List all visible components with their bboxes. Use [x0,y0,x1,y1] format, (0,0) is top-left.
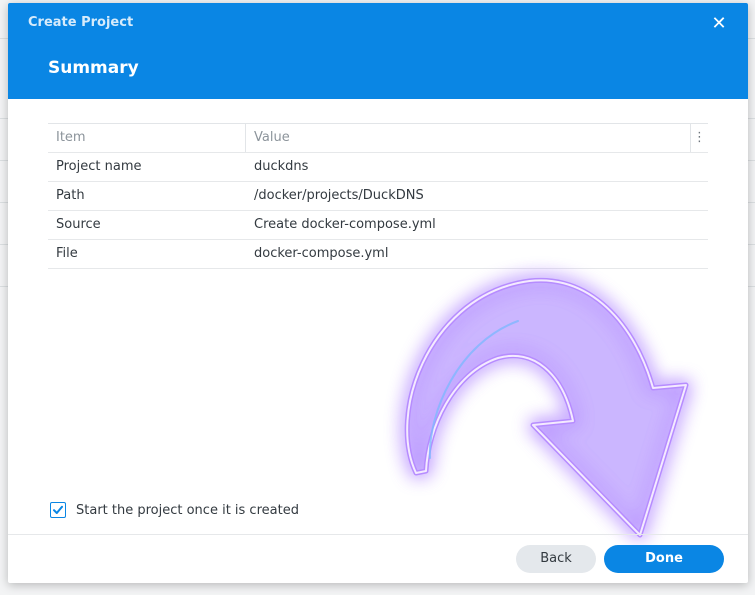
footer-divider [8,534,748,535]
column-separator [245,124,246,152]
start-project-option: Start the project once it is created [50,500,299,520]
close-icon: ✕ [711,13,727,34]
curved-arrow-icon [404,277,689,538]
close-button[interactable]: ✕ [708,13,730,35]
table-row[interactable]: Source Create docker-compose.yml [48,211,708,240]
column-menu-icon[interactable]: ⋮ [691,124,708,152]
row-value: duckdns [254,159,309,174]
dialog-header: Create Project ✕ Summary [8,3,748,99]
start-project-label[interactable]: Start the project once it is created [76,503,299,518]
row-item: Path [56,188,85,203]
row-item: File [56,246,78,261]
done-button[interactable]: Done [604,545,724,573]
dialog-title: Create Project [28,15,134,30]
row-item: Project name [56,159,142,174]
table-row[interactable]: Project name duckdns [48,153,708,182]
column-header-item[interactable]: Item [56,124,86,152]
row-item: Source [56,217,101,232]
summary-table: Item Value ⋮ Project name duckdns Path /… [48,123,708,269]
table-row[interactable]: Path /docker/projects/DuckDNS [48,182,708,211]
step-title: Summary [48,58,139,78]
start-project-checkbox[interactable] [50,502,66,518]
row-value: Create docker-compose.yml [254,217,436,232]
back-button[interactable]: Back [516,545,596,573]
checkmark-icon [53,505,63,514]
create-project-dialog: Create Project ✕ Summary Item Value ⋮ Pr… [8,3,748,583]
column-header-value[interactable]: Value [254,124,290,152]
row-value: /docker/projects/DuckDNS [254,188,424,203]
table-header-row: Item Value ⋮ [48,124,708,153]
